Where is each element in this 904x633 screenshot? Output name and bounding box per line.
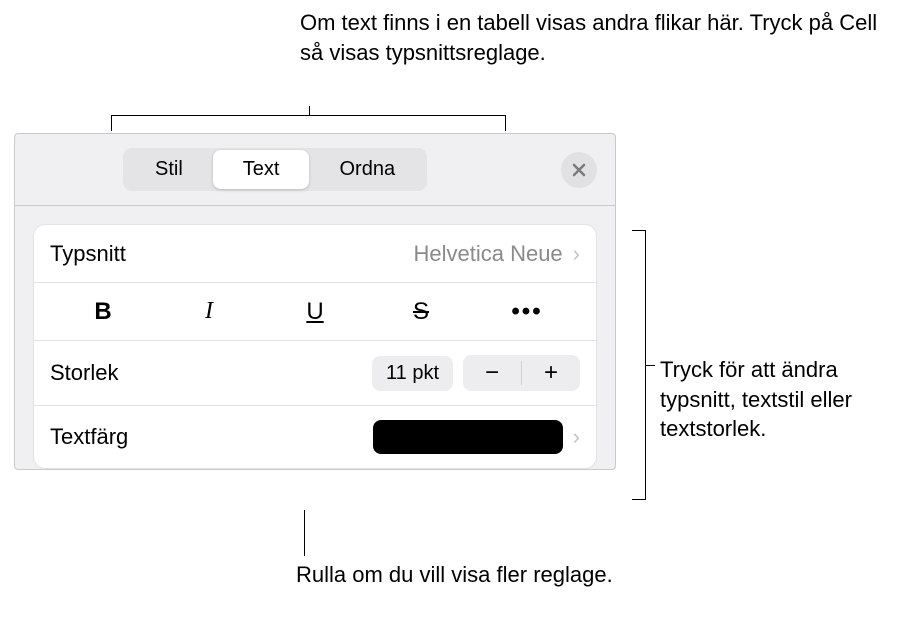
chevron-right-icon: › xyxy=(573,424,580,450)
bracket-top xyxy=(111,115,506,131)
size-increase-button[interactable]: + xyxy=(522,355,580,391)
size-stepper: − + xyxy=(463,355,580,391)
segmented-control: Stil Text Ordna xyxy=(123,148,427,191)
callout-right: Tryck för att ändra typsnitt, textstil e… xyxy=(660,355,904,444)
text-style-row: B I U S ••• xyxy=(34,283,596,341)
callout-bottom: Rulla om du vill visa fler reglage. xyxy=(296,560,613,590)
size-row: Storlek 11 pkt − + xyxy=(34,341,596,406)
tab-text[interactable]: Text xyxy=(213,150,310,189)
font-label: Typsnitt xyxy=(50,241,126,267)
bracket-right xyxy=(632,230,646,500)
bold-button[interactable]: B xyxy=(50,298,156,326)
underline-button[interactable]: U xyxy=(262,298,368,326)
close-icon xyxy=(571,162,587,178)
size-decrease-button[interactable]: − xyxy=(463,355,521,391)
style-buttons: B I U S ••• xyxy=(50,298,580,326)
strikethrough-button[interactable]: S xyxy=(368,298,474,326)
close-button[interactable] xyxy=(561,152,597,188)
font-value-wrap: Helvetica Neue › xyxy=(413,241,580,267)
color-swatch[interactable] xyxy=(373,420,563,454)
tab-bar: Stil Text Ordna xyxy=(15,134,615,206)
tab-style[interactable]: Stil xyxy=(125,150,213,189)
content-list: Typsnitt Helvetica Neue › B I U S ••• St… xyxy=(33,224,597,469)
font-value: Helvetica Neue xyxy=(413,241,562,267)
size-label: Storlek xyxy=(50,360,118,386)
format-panel: Stil Text Ordna Typsnitt Helvetica Neue … xyxy=(14,133,616,470)
font-row[interactable]: Typsnitt Helvetica Neue › xyxy=(34,225,596,283)
size-value[interactable]: 11 pkt xyxy=(372,356,453,391)
callout-top: Om text finns i en tabell visas andra fl… xyxy=(300,8,904,67)
callout-line-bottom xyxy=(304,510,305,556)
text-color-row[interactable]: Textfärg › xyxy=(34,406,596,468)
italic-button[interactable]: I xyxy=(156,298,262,326)
text-color-label: Textfärg xyxy=(50,424,128,450)
text-color-value-wrap: › xyxy=(373,420,580,454)
size-controls: 11 pkt − + xyxy=(372,355,580,391)
chevron-right-icon: › xyxy=(573,241,580,267)
tab-arrange[interactable]: Ordna xyxy=(309,150,425,189)
more-options-button[interactable]: ••• xyxy=(474,298,580,326)
